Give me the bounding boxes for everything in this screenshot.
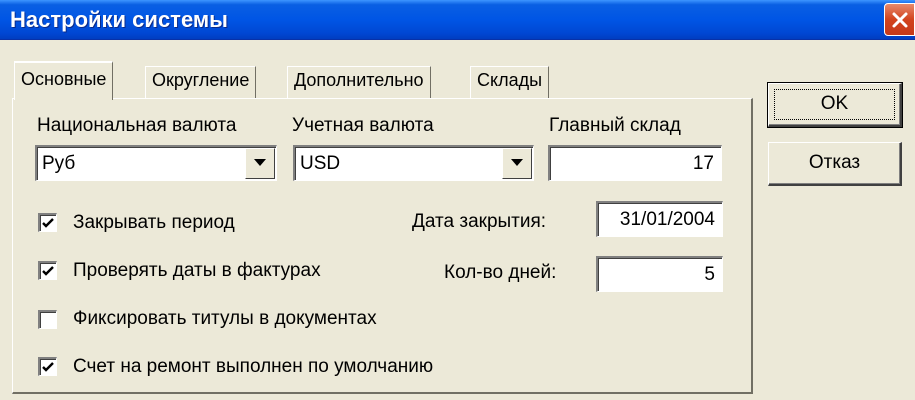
tab-label: Основные <box>21 69 107 89</box>
fix-titles-checkbox[interactable] <box>38 310 57 329</box>
tab-label: Округление <box>152 70 250 90</box>
chevron-down-icon <box>511 159 523 166</box>
days-count-field[interactable]: 5 <box>596 256 723 292</box>
check-icon <box>42 266 54 276</box>
chevron-down-icon <box>254 159 266 166</box>
national-currency-dropdown-button[interactable] <box>245 148 275 179</box>
main-warehouse-label: Главный склад <box>549 115 681 136</box>
tab-general[interactable]: Основные <box>14 61 114 100</box>
accounting-currency-value: USD <box>300 153 341 174</box>
check-invoice-dates-label[interactable]: Проверять даты в фактурах <box>73 260 321 282</box>
accounting-currency-select[interactable]: USD <box>293 145 534 181</box>
close-button[interactable] <box>884 3 915 36</box>
national-currency-label: Национальная валюта <box>37 115 237 136</box>
tab-warehouses[interactable]: Склады <box>470 66 550 98</box>
close-icon <box>892 12 908 28</box>
settings-dialog: Настройки системы Основные Округление До… <box>0 0 915 400</box>
cancel-button[interactable]: Отказ <box>768 142 902 186</box>
close-date-field[interactable]: 31/01/2004 <box>596 201 723 237</box>
tab-rounding[interactable]: Округление <box>145 66 257 98</box>
days-count-value: 5 <box>704 264 715 285</box>
repair-invoice-default-label[interactable]: Счет на ремонт выполнен по умолчанию <box>73 356 433 378</box>
window-title: Настройки системы <box>10 7 228 32</box>
close-date-label: Дата закрытия: <box>412 211 547 232</box>
ok-button-label: OK <box>820 93 849 114</box>
repair-invoice-default-checkbox[interactable] <box>38 357 57 376</box>
close-date-value: 31/01/2004 <box>619 209 715 230</box>
fix-titles-label[interactable]: Фиксировать титулы в документах <box>73 308 377 330</box>
ok-button[interactable]: OK <box>767 82 903 128</box>
check-invoice-dates-checkbox[interactable] <box>38 261 57 280</box>
accounting-currency-dropdown-button[interactable] <box>502 148 532 179</box>
main-warehouse-value: 17 <box>692 153 714 174</box>
tab-panel-general: Национальная валюта Учетная валюта Главн… <box>12 98 753 394</box>
cancel-button-label: Отказ <box>808 152 861 173</box>
national-currency-value: Руб <box>42 153 76 174</box>
national-currency-select[interactable]: Руб <box>35 145 277 181</box>
close-period-checkbox[interactable] <box>38 213 57 232</box>
title-bar[interactable]: Настройки системы <box>0 0 915 40</box>
close-period-label[interactable]: Закрывать период <box>73 212 235 234</box>
accounting-currency-label: Учетная валюта <box>292 115 434 136</box>
tab-label: Дополнительно <box>294 70 424 90</box>
days-count-label: Кол-во дней: <box>444 262 557 283</box>
tab-label: Склады <box>477 70 543 90</box>
main-warehouse-field[interactable]: 17 <box>548 145 722 181</box>
check-icon <box>42 218 54 228</box>
check-icon <box>42 362 54 372</box>
tab-additional[interactable]: Дополнительно <box>287 66 431 98</box>
